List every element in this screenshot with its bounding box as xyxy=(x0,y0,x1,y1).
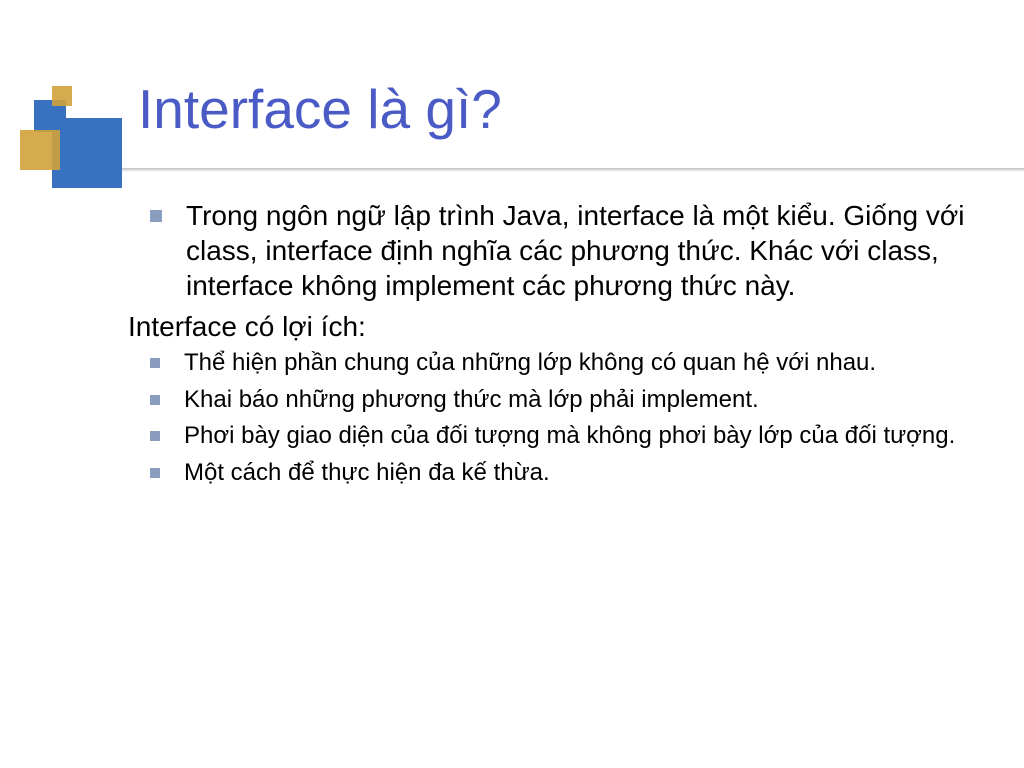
list-item-text: Phơi bày giao diện của đối tượng mà khôn… xyxy=(184,420,978,452)
list-item-text: Thể hiện phần chung của những lớp không … xyxy=(184,347,978,379)
slide-decoration xyxy=(12,78,132,188)
slide-title: Interface là gì? xyxy=(138,82,502,137)
list-item: Khai báo những phương thức mà lớp phải i… xyxy=(128,384,978,416)
decoration-square-gold-small xyxy=(52,86,72,106)
list-item: Một cách để thực hiện đa kế thừa. xyxy=(128,457,978,489)
list-item: Phơi bày giao diện của đối tượng mà khôn… xyxy=(128,420,978,452)
title-underline-shadow xyxy=(122,168,1024,172)
square-bullet-icon xyxy=(150,210,162,222)
square-bullet-icon xyxy=(150,468,160,478)
decoration-square-gold-large xyxy=(20,130,60,170)
square-bullet-icon xyxy=(150,431,160,441)
list-item-text: Khai báo những phương thức mà lớp phải i… xyxy=(184,384,978,416)
list-item-text: Một cách để thực hiện đa kế thừa. xyxy=(184,457,978,489)
list-item: Thể hiện phần chung của những lớp không … xyxy=(128,347,978,379)
slide-body: Trong ngôn ngữ lập trình Java, interface… xyxy=(128,198,978,493)
list-item: Trong ngôn ngữ lập trình Java, interface… xyxy=(128,198,978,303)
list-item-text: Trong ngôn ngữ lập trình Java, interface… xyxy=(186,198,978,303)
square-bullet-icon xyxy=(150,358,160,368)
sub-heading: Interface có lợi ích: xyxy=(128,309,978,345)
square-bullet-icon xyxy=(150,395,160,405)
